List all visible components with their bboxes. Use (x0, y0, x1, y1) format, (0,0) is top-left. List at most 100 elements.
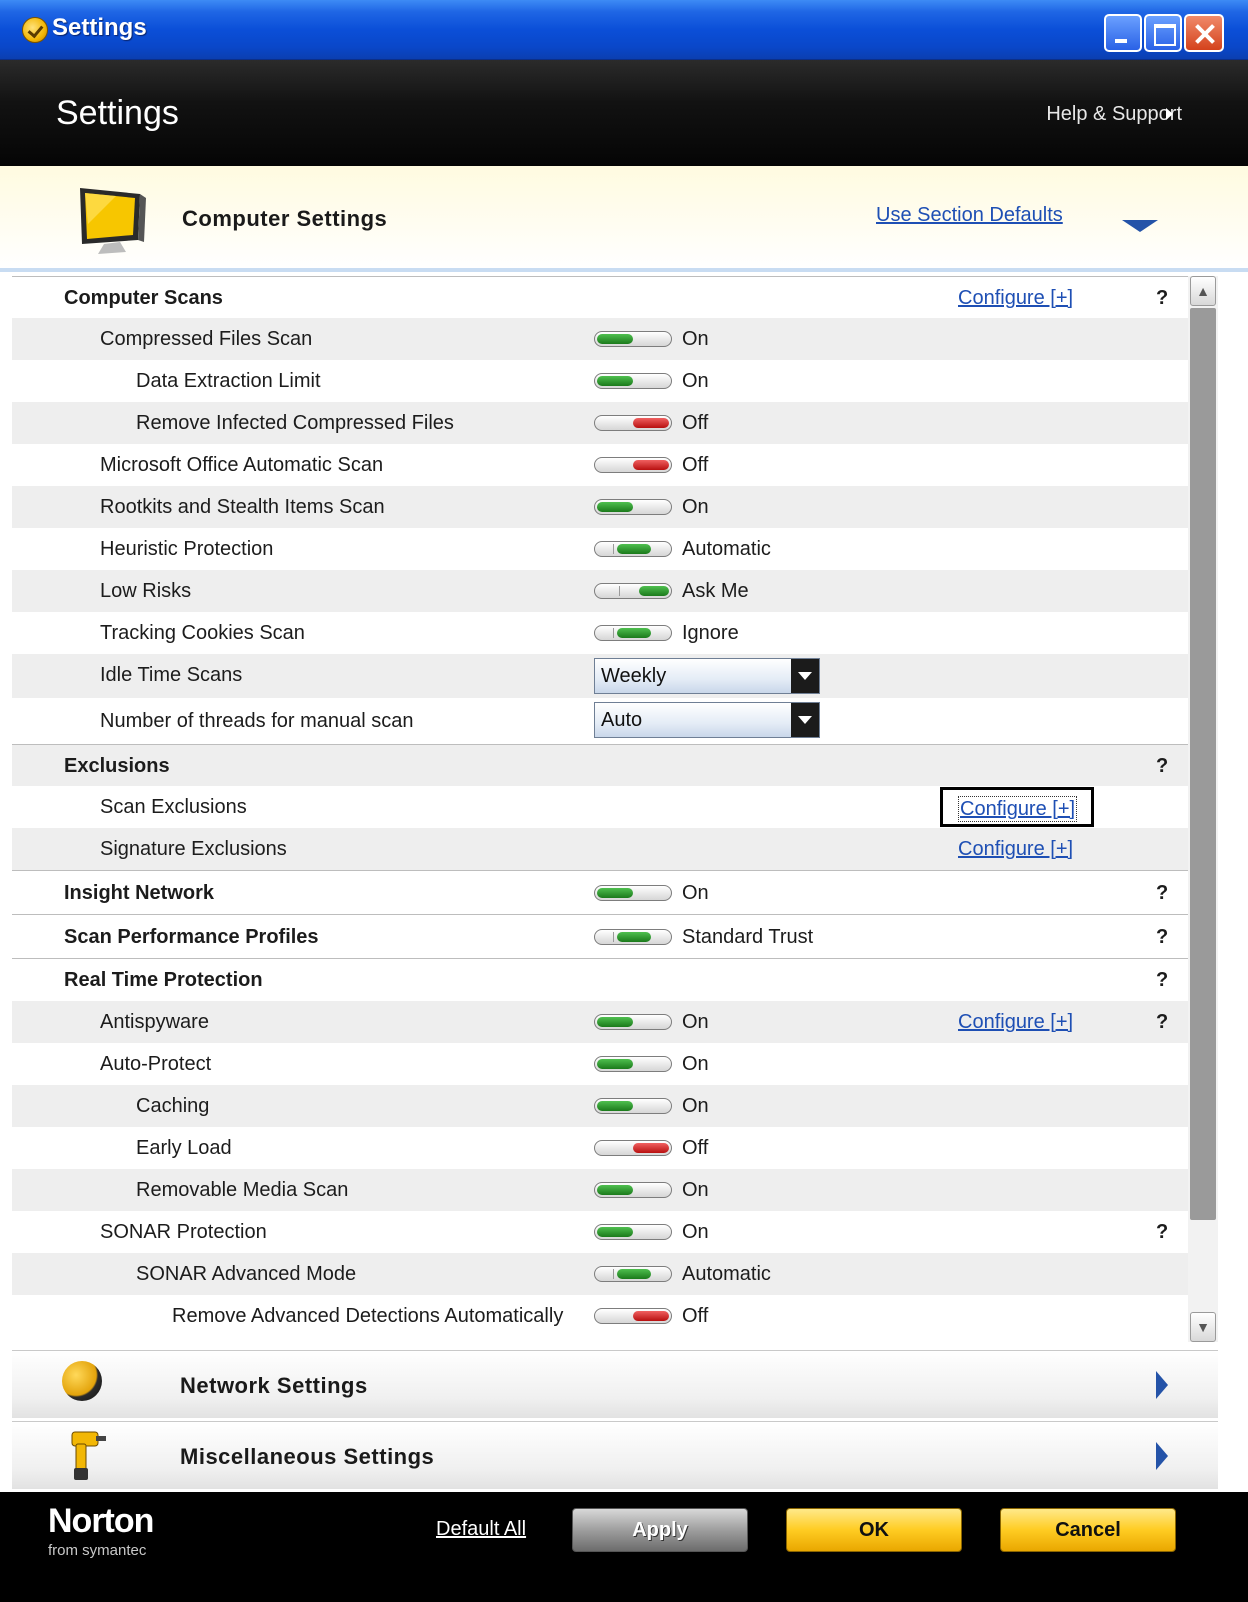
three-state-slider[interactable] (594, 625, 672, 641)
toggle-switch[interactable] (594, 1182, 672, 1198)
ok-button[interactable]: OK (786, 1508, 962, 1552)
footer-bar: Norton from symantec Default All Apply O… (0, 1492, 1248, 1602)
toggle-switch[interactable] (594, 415, 672, 431)
toggle-switch[interactable] (594, 331, 672, 347)
toggle-switch[interactable] (594, 1098, 672, 1114)
configure-link[interactable]: Configure [+] (958, 287, 1073, 310)
default-all-link[interactable]: Default All (436, 1518, 526, 1541)
help-support-link[interactable]: Help & Support (1046, 103, 1182, 126)
three-state-slider[interactable] (594, 541, 672, 557)
setting-label: Microsoft Office Automatic Scan (100, 454, 384, 476)
setting-row: Rootkits and Stealth Items Scan On (12, 486, 1188, 528)
toggle-switch[interactable] (594, 885, 672, 901)
toggle-switch[interactable] (594, 1308, 672, 1324)
page-title: Settings (56, 94, 179, 132)
group-label: Insight Network (64, 882, 215, 904)
help-icon[interactable]: ? (1156, 755, 1168, 778)
norton-check-icon (22, 17, 48, 43)
group-label: Exclusions (64, 755, 170, 777)
group-scan-performance-profiles: Scan Performance Profiles Standard Trust… (12, 914, 1188, 958)
setting-row: Heuristic Protection Automatic (12, 528, 1188, 570)
setting-label: Scan Exclusions (100, 796, 247, 818)
settings-header: Settings Help & Support (0, 60, 1248, 166)
computer-settings-header[interactable]: Computer Settings Use Section Defaults (0, 166, 1248, 272)
use-section-defaults-link[interactable]: Use Section Defaults (876, 204, 1063, 227)
toggle-switch[interactable] (594, 1140, 672, 1156)
help-icon[interactable]: ? (1156, 926, 1168, 949)
expand-arrow-icon[interactable] (1156, 1371, 1168, 1399)
help-icon[interactable]: ? (1156, 287, 1168, 310)
configure-link[interactable]: Configure [+] (958, 1011, 1073, 1034)
setting-row: Remove Infected Compressed Files Off (12, 402, 1188, 444)
toggle-switch[interactable] (594, 1014, 672, 1030)
configure-link[interactable]: Configure [+] (958, 838, 1073, 861)
chevron-down-icon[interactable] (791, 703, 819, 737)
toggle-switch[interactable] (594, 373, 672, 389)
setting-row: Idle Time Scans Weekly (12, 654, 1188, 698)
setting-row: Scan Exclusions Configure [+] (12, 786, 1188, 828)
setting-label: Low Risks (100, 580, 192, 602)
network-settings-section[interactable]: Network Settings (12, 1350, 1218, 1418)
group-real-time-protection: Real Time Protection ? (12, 958, 1188, 1001)
toggle-switch[interactable] (594, 1224, 672, 1240)
settings-list: Computer Scans Configure [+] ? Compresse… (12, 276, 1188, 1342)
setting-row: SONAR Advanced Mode Automatic (12, 1253, 1188, 1295)
setting-row: Low Risks Ask Me (12, 570, 1188, 612)
setting-label: Heuristic Protection (100, 538, 274, 560)
toggle-state: Off (682, 412, 709, 434)
toggle-state: On (682, 1221, 709, 1243)
maximize-button[interactable] (1144, 14, 1182, 52)
scroll-thumb[interactable] (1190, 308, 1216, 1220)
monitor-icon (80, 188, 146, 254)
miscellaneous-settings-section[interactable]: Miscellaneous Settings (12, 1421, 1218, 1489)
toggle-state: On (682, 370, 709, 392)
setting-label: SONAR Advanced Mode (136, 1263, 357, 1285)
toggle-state: Standard Trust (682, 926, 814, 948)
select-value: Auto (601, 709, 643, 731)
vertical-scrollbar[interactable]: ▲ ▼ (1188, 276, 1218, 1342)
toggle-state: On (682, 882, 709, 904)
setting-row: Auto-Protect On (12, 1043, 1188, 1085)
three-state-slider[interactable] (594, 929, 672, 945)
threads-select[interactable]: Auto (594, 702, 820, 738)
toggle-state: Automatic (682, 538, 771, 560)
chevron-right-icon[interactable] (1166, 108, 1173, 120)
setting-row: Data Extraction Limit On (12, 360, 1188, 402)
setting-row: Remove Advanced Detections Automatically… (12, 1295, 1188, 1337)
help-icon[interactable]: ? (1156, 1221, 1168, 1244)
toggle-state: On (682, 1179, 709, 1201)
scroll-down-icon[interactable]: ▼ (1190, 1312, 1216, 1342)
collapse-triangle-icon[interactable] (1122, 220, 1158, 232)
three-state-slider[interactable] (594, 1266, 672, 1282)
configure-link[interactable]: Configure [+] (940, 787, 1095, 827)
section-title: Miscellaneous Settings (180, 1444, 435, 1469)
toggle-switch[interactable] (594, 1056, 672, 1072)
drill-icon (71, 1431, 106, 1480)
globe-icon (62, 1361, 102, 1401)
idle-time-scans-select[interactable]: Weekly (594, 658, 820, 694)
cancel-button[interactable]: Cancel (1000, 1508, 1176, 1552)
setting-row: Antispyware On Configure [+] ? (12, 1001, 1188, 1043)
group-computer-scans: Computer Scans Configure [+] ? (12, 276, 1188, 318)
setting-row: Signature Exclusions Configure [+] (12, 828, 1188, 870)
setting-row: Microsoft Office Automatic Scan Off (12, 444, 1188, 486)
toggle-switch[interactable] (594, 499, 672, 515)
help-icon[interactable]: ? (1156, 969, 1168, 992)
setting-row: Tracking Cookies Scan Ignore (12, 612, 1188, 654)
expand-arrow-icon[interactable] (1156, 1442, 1168, 1470)
setting-row: SONAR Protection On ? (12, 1211, 1188, 1253)
toggle-state: Automatic (682, 1263, 771, 1285)
minimize-button[interactable] (1104, 14, 1142, 52)
help-icon[interactable]: ? (1156, 882, 1168, 905)
chevron-down-icon[interactable] (791, 659, 819, 693)
apply-button[interactable]: Apply (572, 1508, 748, 1552)
scroll-up-icon[interactable]: ▲ (1190, 276, 1216, 306)
setting-row: Removable Media Scan On (12, 1169, 1188, 1211)
toggle-switch[interactable] (594, 457, 672, 473)
setting-label: Compressed Files Scan (100, 328, 313, 350)
three-state-slider[interactable] (594, 583, 672, 599)
select-value: Weekly (601, 665, 667, 687)
setting-label: Remove Advanced Detections Automatically (172, 1305, 564, 1327)
close-button[interactable] (1184, 14, 1224, 52)
help-icon[interactable]: ? (1156, 1011, 1168, 1034)
